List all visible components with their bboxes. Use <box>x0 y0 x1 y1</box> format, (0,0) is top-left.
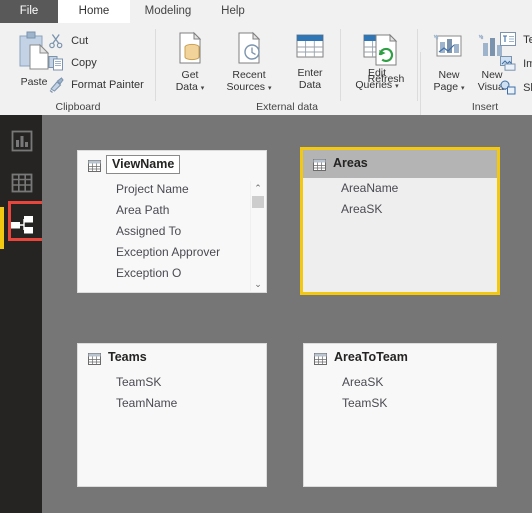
get-data-label-2: Data ▾ <box>175 80 205 93</box>
table-icon <box>314 352 327 365</box>
tab-help-label: Help <box>221 5 245 17</box>
image-button[interactable]: Im <box>500 56 532 72</box>
enter-data-icon <box>294 34 326 67</box>
recent-sources-button[interactable]: Recent Sources ▾ <box>218 31 280 94</box>
table-name-input-viewname[interactable]: ViewName <box>106 155 181 174</box>
table-field[interactable]: Area Path <box>78 200 266 221</box>
report-view-icon <box>8 127 36 155</box>
text-box-icon <box>500 32 516 48</box>
scissors-icon <box>48 33 64 49</box>
ribbon: Paste Cut Copy Format Painter Clipboard … <box>0 23 532 124</box>
text-box-button[interactable]: Te <box>500 32 532 48</box>
group-divider <box>420 52 421 124</box>
chevron-down-icon: ▾ <box>460 84 465 92</box>
view-switcher-rail <box>0 115 42 513</box>
get-data-button[interactable]: Get Data ▾ <box>164 31 216 94</box>
table-name-teams[interactable]: Teams <box>108 350 147 364</box>
insert-group-label: Insert <box>471 101 499 113</box>
cut-button[interactable]: Cut <box>48 33 88 49</box>
refresh-button[interactable]: Refresh <box>358 33 414 86</box>
table-card-areatoteam[interactable]: AreaToTeam AreaSK TeamSK <box>303 343 497 487</box>
shapes-icon <box>500 80 516 96</box>
table-field-list: Project Name Area Path Assigned To Excep… <box>78 179 266 292</box>
scroll-down-arrow[interactable]: ⌄ <box>251 277 265 291</box>
image-label: Im <box>523 58 532 70</box>
table-header[interactable]: AreaToTeam <box>304 344 496 372</box>
new-page-icon <box>432 34 466 69</box>
format-painter-label: Format Painter <box>71 79 144 91</box>
table-scrollbar[interactable]: ⌃ ⌄ <box>250 181 265 291</box>
sidebar-item-model-view[interactable] <box>0 207 42 249</box>
table-field[interactable]: AreaSK <box>304 372 496 393</box>
sidebar-item-data-view[interactable] <box>0 165 42 207</box>
table-field[interactable]: AreaSK <box>303 199 497 220</box>
data-view-icon <box>8 169 36 197</box>
refresh-label: Refresh <box>367 73 405 85</box>
table-field[interactable]: AreaName <box>303 178 497 199</box>
model-diagram-canvas[interactable]: ViewName Project Name Area Path Assigned… <box>42 115 532 513</box>
chevron-down-icon: ▾ <box>267 84 272 92</box>
paste-icon <box>16 31 52 75</box>
table-card-viewname[interactable]: ViewName Project Name Area Path Assigned… <box>77 150 267 293</box>
table-field[interactable]: TeamName <box>78 393 266 414</box>
table-field[interactable]: Assigned To <box>78 221 266 242</box>
tab-modeling-label: Modeling <box>144 5 192 17</box>
model-view-icon <box>8 211 36 239</box>
get-data-icon <box>173 31 207 69</box>
shapes-label: Sh <box>523 82 532 94</box>
tab-home[interactable]: Home <box>58 0 130 23</box>
table-field[interactable]: Exception Approver <box>78 242 266 263</box>
scroll-up-arrow[interactable]: ⌃ <box>251 181 265 195</box>
enter-data-label-2: Data <box>298 78 322 91</box>
table-field-list: TeamSK TeamName <box>78 372 266 414</box>
enter-data-button[interactable]: Enter Data <box>284 31 336 91</box>
shapes-button[interactable]: Sh <box>500 80 532 96</box>
table-field-list: AreaSK TeamSK <box>304 372 496 414</box>
table-header[interactable]: Teams <box>78 344 266 372</box>
table-icon <box>88 159 101 172</box>
copy-button[interactable]: Copy <box>48 55 97 71</box>
table-field-list: AreaName AreaSK <box>303 178 497 220</box>
ribbon-group-clipboard: Paste Cut Copy Format Painter Clipboard <box>0 23 156 115</box>
sidebar-item-report-view[interactable] <box>0 123 42 165</box>
table-field[interactable]: TeamSK <box>78 372 266 393</box>
recent-sources-icon <box>232 31 266 69</box>
ribbon-tab-strip: File Home Modeling Help <box>0 0 532 24</box>
table-icon <box>313 158 326 171</box>
external-data-group-label: External data <box>256 101 318 113</box>
clipboard-group-label: Clipboard <box>55 101 101 113</box>
inner-divider <box>340 29 341 101</box>
table-icon <box>88 352 101 365</box>
table-name-areas[interactable]: Areas <box>333 156 368 170</box>
image-icon <box>500 56 516 72</box>
table-card-areas[interactable]: Areas AreaName AreaSK <box>300 147 500 295</box>
text-box-label: Te <box>523 34 532 46</box>
refresh-icon <box>370 33 402 71</box>
tab-home-label: Home <box>78 5 110 17</box>
format-painter-button[interactable]: Format Painter <box>48 77 144 93</box>
cut-label: Cut <box>71 35 89 47</box>
table-field[interactable]: Project Name <box>78 179 266 200</box>
table-header[interactable]: ViewName <box>78 151 266 179</box>
tab-modeling[interactable]: Modeling <box>130 0 206 23</box>
paintbrush-icon <box>48 77 64 93</box>
table-card-teams[interactable]: Teams TeamSK TeamName <box>77 343 267 487</box>
enter-data-label-1: Enter <box>297 67 323 79</box>
copy-icon <box>48 55 64 71</box>
table-field[interactable]: TeamSK <box>304 393 496 414</box>
table-name-areatoteam[interactable]: AreaToTeam <box>334 350 408 364</box>
recent-sources-label-2: Sources ▾ <box>226 80 272 93</box>
chevron-down-icon: ▾ <box>200 84 205 92</box>
tab-help[interactable]: Help <box>206 0 260 23</box>
table-field[interactable]: Exception O <box>78 263 266 284</box>
tab-file-label: File <box>19 5 39 17</box>
copy-label: Copy <box>71 57 97 69</box>
table-header[interactable]: Areas <box>303 150 497 178</box>
scroll-thumb[interactable] <box>252 196 264 208</box>
power-bi-window: File Home Modeling Help Paste Cut Copy F… <box>0 0 532 513</box>
tab-file[interactable]: File <box>0 0 58 23</box>
